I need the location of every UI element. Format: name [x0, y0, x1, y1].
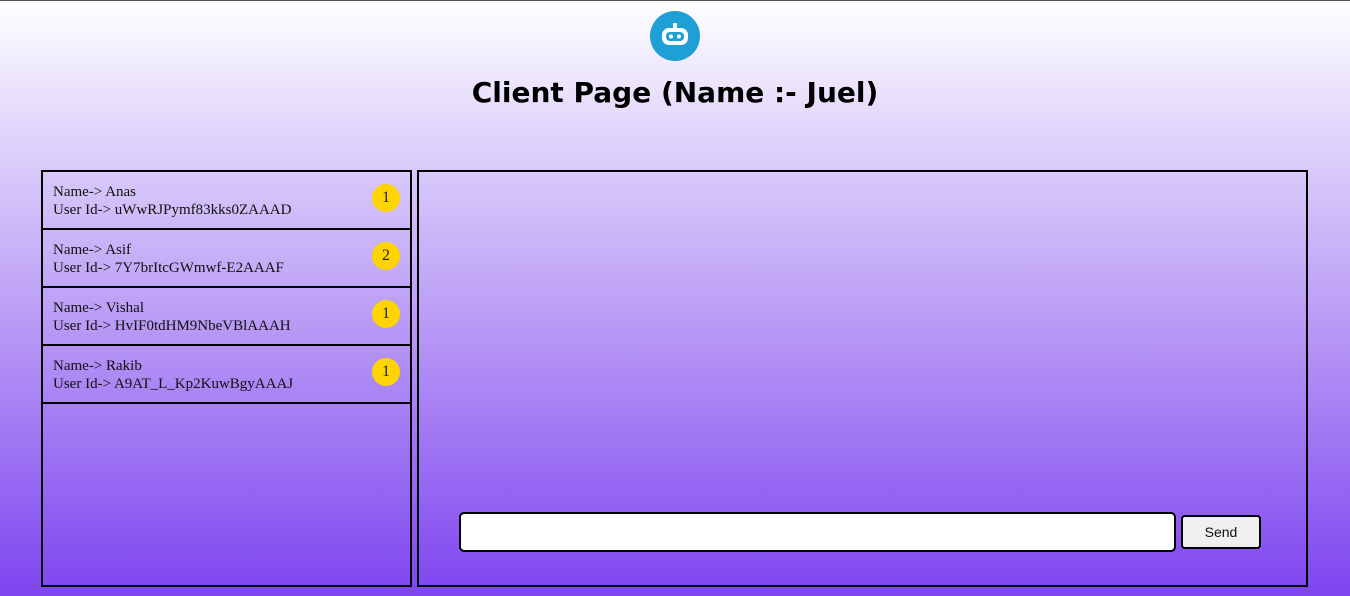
page-title: Client Page (Name :- Juel) [471, 76, 879, 109]
robot-logo-icon [650, 11, 700, 61]
unread-count-badge: 2 [372, 242, 400, 270]
user-name: Name-> Rakib [53, 358, 142, 374]
send-button[interactable]: Send [1181, 515, 1261, 549]
user-list-item-rakib[interactable]: Name-> Rakib User Id-> A9AT_L_Kp2KuwBgyA… [43, 346, 410, 404]
unread-count-badge: 1 [372, 358, 400, 386]
user-id: User Id-> HvIF0tdHM9NbeVBlAAAH [53, 318, 291, 334]
message-input[interactable] [459, 512, 1176, 552]
user-name: Name-> Vishal [53, 300, 145, 316]
user-list-item-asif[interactable]: Name-> Asif User Id-> 7Y7brItcGWmwf-E2AA… [43, 230, 410, 288]
unread-count-badge: 1 [372, 184, 400, 212]
user-id: User Id-> 7Y7brItcGWmwf-E2AAAF [53, 260, 284, 276]
user-list: Name-> Anas User Id-> uWwRJPymf83kks0ZAA… [41, 170, 412, 587]
user-id: User Id-> A9AT_L_Kp2KuwBgyAAAJ [53, 376, 294, 392]
user-name: Name-> Anas [53, 184, 137, 200]
user-id: User Id-> uWwRJPymf83kks0ZAAAD [53, 202, 292, 218]
user-list-item-vishal[interactable]: Name-> Vishal User Id-> HvIF0tdHM9NbeVBl… [43, 288, 410, 346]
unread-count-badge: 1 [372, 300, 400, 328]
user-list-item-anas[interactable]: Name-> Anas User Id-> uWwRJPymf83kks0ZAA… [43, 172, 410, 230]
user-name: Name-> Asif [53, 242, 132, 258]
